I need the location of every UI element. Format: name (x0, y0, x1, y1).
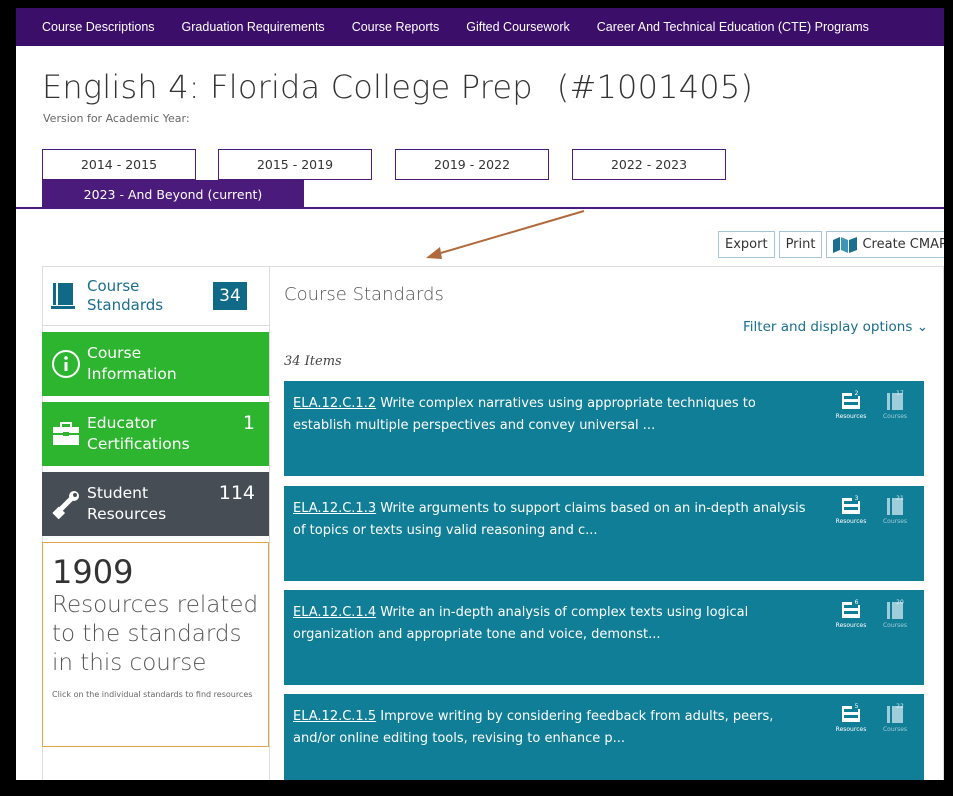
tab-year-2022-2023[interactable]: 2022 - 2023 (572, 149, 726, 180)
sidebar-student-resources[interactable]: Student Resources 114 (42, 472, 269, 536)
standard-meta: 6 Resources 20 Courses (834, 598, 912, 629)
annotation-arrow (426, 210, 585, 259)
standard-row[interactable]: ELA.12.C.1.3 Write arguments to support … (284, 486, 924, 581)
courses-count-text: 20 (896, 599, 904, 606)
sidebar-educator-certifications[interactable]: Educator Certifications 1 (42, 402, 269, 466)
courses-icon: 20 (887, 599, 904, 619)
nav-cte-programs[interactable]: Career And Technical Education (CTE) Pro… (597, 20, 869, 34)
tab-year-2019-2022[interactable]: 2019 - 2022 (395, 149, 549, 180)
sidebar-student-label: Student Resources (87, 484, 167, 523)
resources-caption: Resources (835, 413, 867, 420)
app-window: Course Descriptions Graduation Requireme… (16, 8, 944, 788)
sidebar-course-standards[interactable]: Course Standards 34 (42, 266, 269, 326)
chevron-down-icon: ⌄ (916, 319, 928, 335)
sidebar-certs-label: Educator Certifications (87, 414, 190, 453)
courses-icon: 17 (887, 390, 904, 410)
resources-link[interactable]: 5 Resources (834, 702, 868, 733)
tools-icon (52, 491, 79, 519)
courses-caption: Courses (882, 622, 908, 629)
resources-count-text: 6 (855, 599, 859, 606)
resources-icon: 2 (842, 389, 861, 409)
nav-course-reports[interactable]: Course Reports (352, 20, 440, 34)
nav-graduation-requirements[interactable]: Graduation Requirements (182, 20, 325, 34)
resources-caption: Resources (835, 726, 867, 733)
tab-year-current[interactable]: 2023 - And Beyond (current) (42, 180, 304, 208)
resources-summary: 1909 Resources related to the standards … (42, 542, 269, 747)
panel-divider (269, 266, 270, 788)
course-title: English 4: Florida College Prep (42, 68, 533, 106)
student-count: 114 (218, 482, 255, 504)
standards-count-badge: 34 (213, 281, 247, 310)
info-icon (52, 350, 80, 378)
courses-caption: Courses (882, 413, 908, 420)
resources-count: 1909 (52, 553, 134, 591)
courses-icon: 22 (887, 703, 904, 723)
standard-code-link[interactable]: ELA.12.C.1.5 (293, 709, 376, 724)
filter-label: Filter and display options (743, 319, 913, 335)
courses-caption: Courses (882, 726, 908, 733)
course-number: (#1001405) (556, 68, 754, 106)
items-count: 34 Items (284, 354, 342, 369)
standard-code-link[interactable]: ELA.12.C.1.2 (293, 396, 376, 411)
tab-year-2014-2015[interactable]: 2014 - 2015 (42, 149, 196, 180)
sidebar: Course Standards 34 Course Information E… (42, 266, 269, 747)
courses-link[interactable]: 20 Courses (878, 598, 912, 629)
resources-icon: 5 (842, 702, 861, 722)
courses-caption: Courses (882, 518, 908, 525)
courses-count-text: 22 (896, 703, 904, 710)
tab-year-2015-2019[interactable]: 2015 - 2019 (218, 149, 372, 180)
screen-bottom-edge (0, 780, 953, 796)
toolbar: Export Print Create CMAP (718, 231, 944, 259)
version-label: Version for Academic Year: (43, 112, 190, 125)
courses-count-text: 21 (896, 495, 904, 502)
courses-icon: 21 (887, 495, 904, 515)
briefcase-icon (53, 422, 79, 445)
standard-text: ELA.12.C.1.4 Write an in-depth analysis … (293, 602, 813, 646)
print-button[interactable]: Print (778, 231, 823, 258)
page-title: English 4: Florida College Prep (#1001405… (42, 68, 753, 106)
standard-meta: 3 Resources 21 Courses (834, 494, 912, 525)
certs-count: 1 (242, 412, 255, 434)
resources-hint: Click on the individual standards to fin… (52, 690, 253, 699)
book-icon (51, 282, 75, 309)
create-cmap-button[interactable]: Create CMAP (826, 231, 944, 258)
courses-link[interactable]: 17 Courses (878, 389, 912, 420)
resources-text: Resources related to the standards in th… (52, 592, 259, 676)
resources-caption: Resources (835, 518, 867, 525)
standard-code-link[interactable]: ELA.12.C.1.3 (293, 501, 376, 516)
sidebar-course-information[interactable]: Course Information (42, 332, 269, 396)
standard-meta: 2 Resources 17 Courses (834, 389, 912, 420)
nav-gifted-coursework[interactable]: Gifted Coursework (466, 20, 570, 34)
standard-row[interactable]: ELA.12.C.1.4 Write an in-depth analysis … (284, 590, 924, 685)
create-cmap-label: Create CMAP (862, 237, 944, 252)
resources-link[interactable]: 3 Resources (834, 494, 868, 525)
filter-options-toggle[interactable]: Filter and display options ⌄ (743, 319, 928, 335)
top-navigation: Course Descriptions Graduation Requireme… (16, 8, 944, 46)
resources-icon: 3 (842, 494, 861, 514)
standard-row[interactable]: ELA.12.C.1.2 Write complex narratives us… (284, 381, 924, 476)
courses-link[interactable]: 21 Courses (878, 494, 912, 525)
resources-icon: 6 (842, 598, 861, 618)
resources-count-text: 2 (855, 390, 859, 397)
standard-text: ELA.12.C.1.5 Improve writing by consider… (293, 706, 813, 750)
export-button[interactable]: Export (718, 231, 775, 258)
resources-caption: Resources (835, 622, 867, 629)
map-icon (833, 236, 858, 253)
standard-row[interactable]: ELA.12.C.1.5 Improve writing by consider… (284, 694, 924, 788)
standard-meta: 5 Resources 22 Courses (834, 702, 912, 733)
section-title: Course Standards (284, 284, 444, 305)
sidebar-info-label: Course Information (87, 344, 177, 383)
courses-link[interactable]: 22 Courses (878, 702, 912, 733)
resources-count-text: 3 (855, 495, 859, 502)
sidebar-standards-label: Course Standards (87, 276, 164, 314)
resources-count-text: 5 (855, 703, 859, 710)
resources-link[interactable]: 2 Resources (834, 389, 868, 420)
standard-text: ELA.12.C.1.3 Write arguments to support … (293, 498, 813, 542)
standard-code-link[interactable]: ELA.12.C.1.4 (293, 605, 376, 620)
resources-link[interactable]: 6 Resources (834, 598, 868, 629)
standard-text: ELA.12.C.1.2 Write complex narratives us… (293, 393, 813, 437)
nav-course-descriptions[interactable]: Course Descriptions (42, 20, 155, 34)
courses-count-text: 17 (896, 390, 904, 397)
